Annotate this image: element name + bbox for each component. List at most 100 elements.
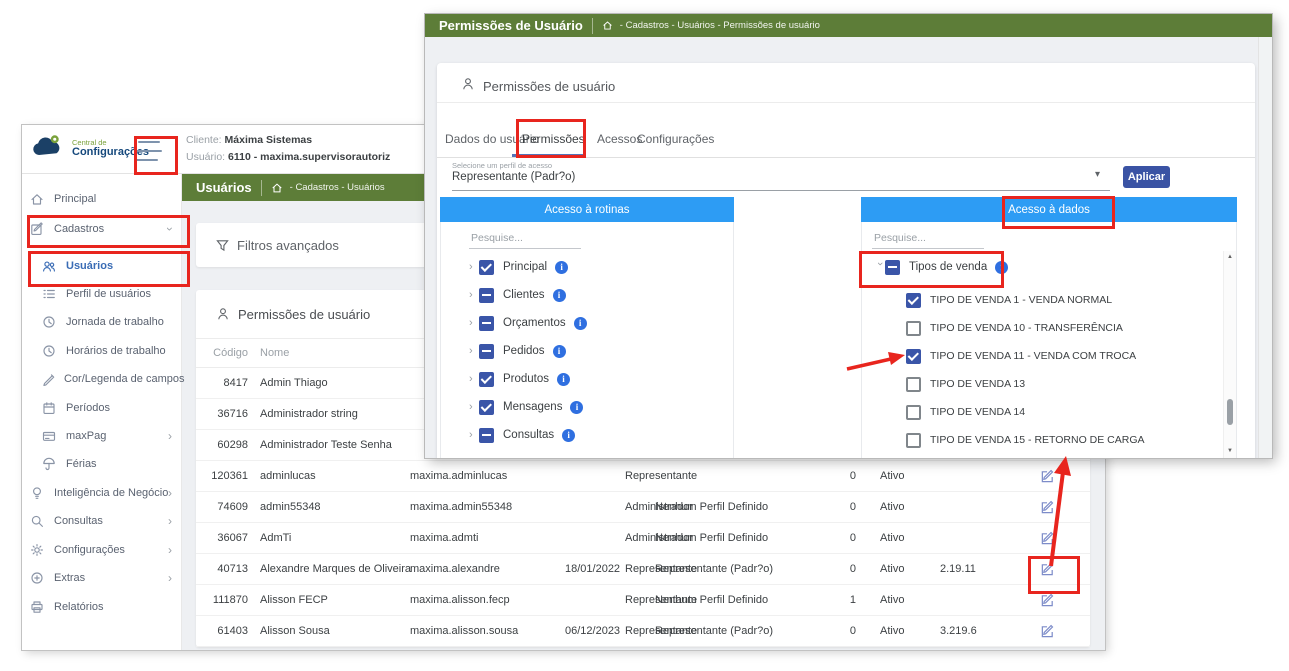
sidebar-item-jornada-de-trabalho[interactable]: Jornada de trabalho bbox=[22, 308, 182, 336]
tree-item-tipo-venda-14[interactable]: TIPO DE VENDA 14 bbox=[906, 402, 1025, 422]
edit-icon[interactable] bbox=[1040, 531, 1055, 546]
tree-item-tipo-venda-15[interactable]: TIPO DE VENDA 15 - RETORNO DE CARGA bbox=[906, 430, 1145, 450]
tab-acessos[interactable]: Acessos bbox=[597, 121, 642, 157]
scroll-down-icon[interactable]: ▼ bbox=[1224, 448, 1236, 454]
checkbox-indeterminate[interactable] bbox=[479, 288, 494, 303]
edit-icon[interactable] bbox=[1040, 593, 1055, 608]
tree-group-tipos-de-venda[interactable]: ›Tipos de venda bbox=[875, 257, 1008, 277]
chevron-right-icon: › bbox=[168, 514, 172, 528]
checkbox-indeterminate[interactable] bbox=[479, 344, 494, 359]
info-icon[interactable] bbox=[570, 401, 583, 414]
info-icon[interactable] bbox=[557, 373, 570, 386]
chevron-right-icon[interactable]: › bbox=[469, 317, 479, 329]
card-heading: Permissões de usuário bbox=[461, 73, 615, 99]
routines-search-input[interactable] bbox=[469, 228, 581, 249]
sidebar-item-perfil-de-usuarios[interactable]: Perfil de usuários bbox=[22, 280, 182, 308]
checkbox-unchecked[interactable] bbox=[906, 433, 921, 448]
dialog-scrollbar[interactable] bbox=[1258, 37, 1272, 458]
tab-permissoes[interactable]: Permissões bbox=[522, 121, 585, 157]
chevron-down-icon[interactable]: › bbox=[874, 262, 886, 272]
chevron-right-icon: › bbox=[168, 429, 172, 443]
sidebar-item-cor-legenda-de-campos[interactable]: Cor/Legenda de campos bbox=[22, 365, 182, 393]
chevron-right-icon[interactable]: › bbox=[469, 373, 479, 385]
edit-square-icon bbox=[30, 222, 46, 236]
page-title: Usuários bbox=[196, 180, 252, 195]
tab-configuracoes[interactable]: Configurações bbox=[637, 121, 714, 157]
info-icon[interactable] bbox=[562, 429, 575, 442]
checkbox-checked[interactable] bbox=[479, 260, 494, 275]
tree-item-orcamentos[interactable]: ›Orçamentos bbox=[469, 313, 587, 333]
checkbox-indeterminate[interactable] bbox=[479, 428, 494, 443]
sidebar-item-horarios-de-trabalho[interactable]: Horários de trabalho bbox=[22, 337, 182, 365]
panel-scrollbar[interactable]: ▲ ▼ bbox=[1223, 251, 1236, 458]
tree-item-tipo-venda-1[interactable]: TIPO DE VENDA 1 - VENDA NORMAL bbox=[906, 290, 1112, 310]
info-icon[interactable] bbox=[574, 317, 587, 330]
chevron-right-icon[interactable]: › bbox=[469, 289, 479, 301]
client-label: Cliente: bbox=[186, 134, 222, 146]
tree-item-tipo-venda-13[interactable]: TIPO DE VENDA 13 bbox=[906, 374, 1025, 394]
sidebar-item-ferias[interactable]: Férias bbox=[22, 450, 182, 478]
profile-select[interactable]: Representante (Padr?o) bbox=[452, 171, 575, 183]
user-value: 6110 - maxima.supervisorautoriz bbox=[228, 151, 390, 163]
edit-icon[interactable] bbox=[1040, 624, 1055, 639]
scrollbar-thumb[interactable] bbox=[1227, 399, 1233, 425]
sidebar-item-extras[interactable]: Extras › bbox=[22, 564, 182, 592]
checkbox-unchecked[interactable] bbox=[906, 321, 921, 336]
column-header-codigo: Código bbox=[204, 339, 248, 367]
sidebar-item-relatorios[interactable]: Relatórios bbox=[22, 593, 182, 621]
edit-icon[interactable] bbox=[1040, 469, 1055, 484]
checkbox-indeterminate[interactable] bbox=[479, 316, 494, 331]
chevron-right-icon[interactable]: › bbox=[469, 401, 479, 413]
tab-bar: Dados do usuário Permissões Acessos Conf… bbox=[437, 121, 1255, 158]
clock-icon bbox=[42, 344, 58, 358]
filters-label: Filtros avançados bbox=[237, 238, 339, 253]
sidebar-item-periodos[interactable]: Períodos bbox=[22, 394, 182, 422]
checkbox-unchecked[interactable] bbox=[906, 377, 921, 392]
sidebar-item-usuarios[interactable]: Usuários bbox=[22, 252, 182, 280]
info-icon[interactable] bbox=[555, 261, 568, 274]
tree-item-tipo-venda-10[interactable]: TIPO DE VENDA 10 - TRANSFERÊNCIA bbox=[906, 318, 1123, 338]
sidebar-item-maxpag[interactable]: maxPag › bbox=[22, 422, 182, 450]
checkbox-indeterminate[interactable] bbox=[885, 260, 900, 275]
home-icon[interactable] bbox=[271, 182, 283, 194]
table-row: 120361adminlucasmaxima.adminlucasReprese… bbox=[196, 461, 1090, 492]
tree-item-produtos[interactable]: ›Produtos bbox=[469, 369, 570, 389]
edit-icon[interactable] bbox=[1040, 500, 1055, 515]
checkbox-checked[interactable] bbox=[906, 349, 921, 364]
apply-button[interactable]: Aplicar bbox=[1123, 166, 1170, 188]
tree-item-consultas[interactable]: ›Consultas bbox=[469, 425, 575, 445]
hamburger-menu-icon[interactable] bbox=[134, 141, 164, 161]
chevron-down-icon[interactable]: ▾ bbox=[1095, 169, 1100, 180]
person-icon bbox=[216, 307, 230, 321]
account-info: Cliente: Máxima Sistemas Usuário: 6110 -… bbox=[186, 132, 390, 166]
scroll-up-icon[interactable]: ▲ bbox=[1224, 254, 1236, 260]
clock-icon bbox=[42, 315, 58, 329]
sidebar-item-principal[interactable]: Principal bbox=[22, 185, 182, 213]
tree-item-mensagens[interactable]: ›Mensagens bbox=[469, 397, 583, 417]
sidebar-item-consultas[interactable]: Consultas › bbox=[22, 507, 182, 535]
checkbox-unchecked[interactable] bbox=[906, 405, 921, 420]
checkbox-checked[interactable] bbox=[479, 400, 494, 415]
table-row: 36067AdmTimaxima.admtiAdministradorNenhu… bbox=[196, 523, 1090, 554]
tree-item-clientes[interactable]: ›Clientes bbox=[469, 285, 566, 305]
checkbox-checked[interactable] bbox=[906, 293, 921, 308]
info-icon[interactable] bbox=[995, 261, 1008, 274]
permissions-card: Permissões de usuário Dados do usuário P… bbox=[437, 63, 1255, 458]
sidebar-item-configuracoes[interactable]: Configurações › bbox=[22, 536, 182, 564]
tree-item-principal[interactable]: ›Principal bbox=[469, 257, 568, 277]
sidebar-item-inteligencia-de-negocio[interactable]: Inteligência de Negócio › bbox=[22, 479, 182, 507]
chevron-right-icon[interactable]: › bbox=[469, 345, 479, 357]
tree-item-pedidos[interactable]: ›Pedidos bbox=[469, 341, 566, 361]
edit-icon[interactable] bbox=[1040, 562, 1055, 577]
chevron-right-icon[interactable]: › bbox=[469, 429, 479, 441]
info-icon[interactable] bbox=[553, 289, 566, 302]
checkbox-checked[interactable] bbox=[479, 372, 494, 387]
tree-item-tipo-venda-11[interactable]: TIPO DE VENDA 11 - VENDA COM TROCA bbox=[906, 346, 1136, 366]
data-search-input[interactable] bbox=[872, 228, 984, 249]
info-icon[interactable] bbox=[553, 345, 566, 358]
gear-icon bbox=[30, 543, 46, 557]
home-icon[interactable] bbox=[602, 20, 613, 31]
column-header-nome: Nome bbox=[260, 339, 289, 367]
sidebar-item-cadastros[interactable]: Cadastros › bbox=[22, 215, 182, 243]
chevron-right-icon[interactable]: › bbox=[469, 261, 479, 273]
